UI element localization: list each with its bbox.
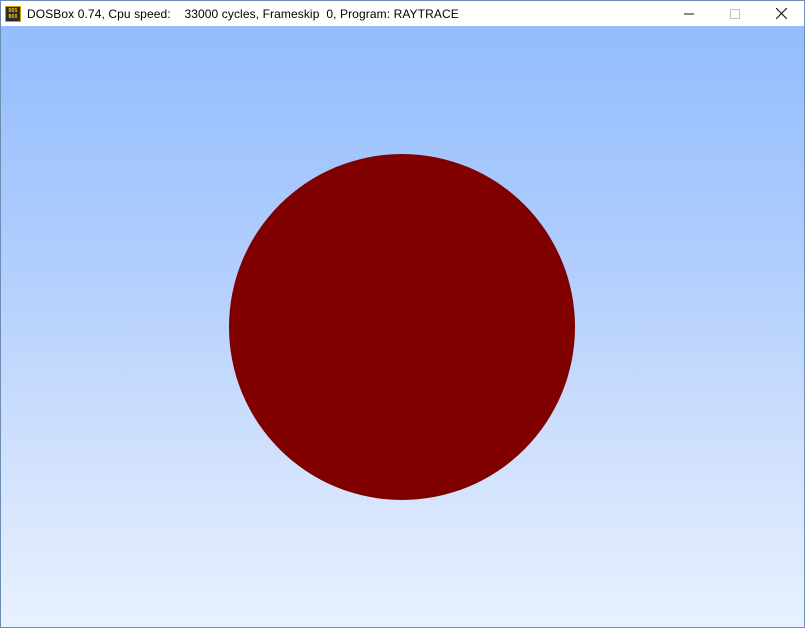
dos-screen[interactable] — [1, 26, 804, 627]
dosbox-icon[interactable]: DOS BOX — [5, 5, 21, 22]
title-bar[interactable]: DOS BOX DOSBox 0.74, Cpu speed: 33000 cy… — [1, 1, 804, 26]
minimize-button[interactable] — [666, 1, 712, 26]
close-button[interactable] — [758, 1, 804, 26]
dosbox-icon-text-bottom: BOX — [8, 13, 18, 20]
minimize-icon — [684, 13, 694, 14]
maximize-button[interactable] — [712, 1, 758, 26]
maximize-icon — [730, 8, 740, 19]
window-controls — [666, 1, 804, 26]
window-title: DOSBox 0.74, Cpu speed: 33000 cycles, Fr… — [27, 6, 459, 21]
raytraced-sphere — [229, 154, 575, 500]
close-icon — [775, 8, 787, 19]
dosbox-window: DOS BOX DOSBox 0.74, Cpu speed: 33000 cy… — [0, 0, 805, 628]
